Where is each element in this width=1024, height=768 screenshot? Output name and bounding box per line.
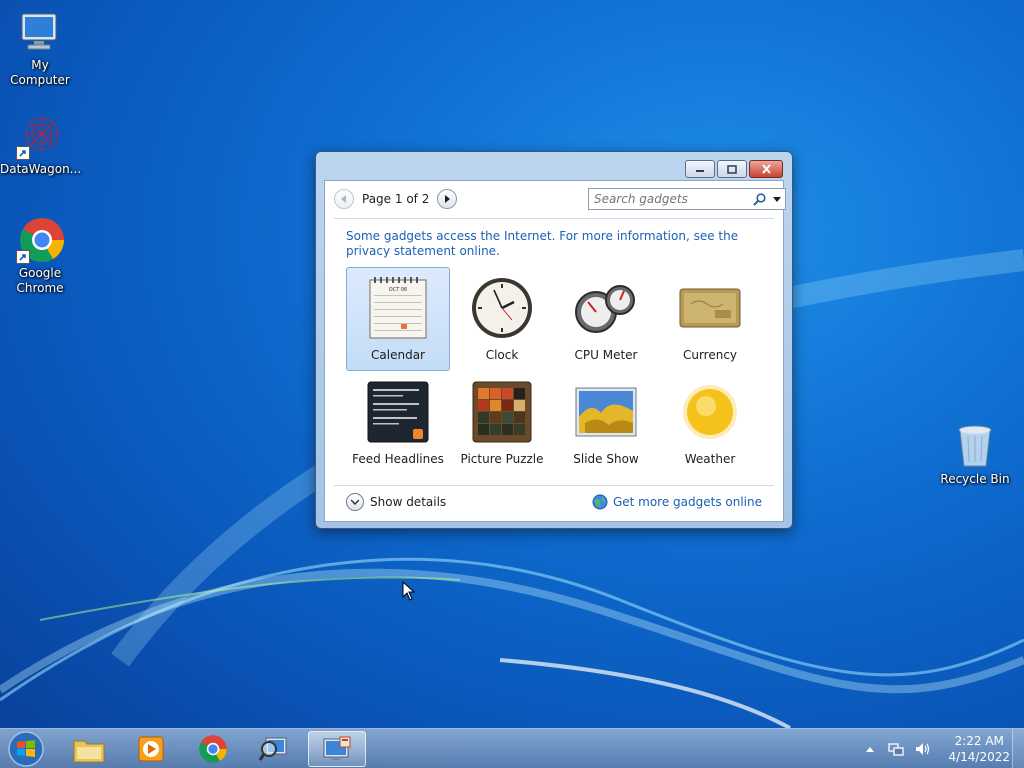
recycle-bin-icon xyxy=(951,422,999,470)
gadget-tile-weather[interactable]: Weather xyxy=(658,371,762,475)
shortcut-arrow-icon xyxy=(16,146,30,160)
gadget-tile-calendar[interactable]: OCT 06 Calendar xyxy=(346,267,450,371)
feed-headlines-icon xyxy=(364,378,432,446)
maximize-button[interactable] xyxy=(717,160,747,178)
gadget-name: Slide Show xyxy=(573,452,639,466)
clock-date: 4/14/2022 xyxy=(948,750,1010,764)
gadget-tile-slide-show[interactable]: Slide Show xyxy=(554,371,658,475)
show-desktop-button[interactable] xyxy=(1012,729,1024,768)
gadget-tile-clock[interactable]: Clock xyxy=(450,267,554,371)
gadget-tile-picture-puzzle[interactable]: Picture Puzzle xyxy=(450,371,554,475)
calendar-month-text: OCT 06 xyxy=(389,287,407,293)
taskbar-chrome[interactable] xyxy=(186,731,240,767)
desktop-icon-recycle-bin[interactable]: Recycle Bin xyxy=(935,422,1015,487)
close-icon xyxy=(761,164,771,174)
cpu-meter-icon xyxy=(572,274,640,342)
gadget-grid: OCT 06 Calendar Clock CPU Meter Currency… xyxy=(346,267,762,475)
gadget-name: Calendar xyxy=(371,348,425,362)
currency-icon xyxy=(676,274,744,342)
window-controls xyxy=(685,160,783,178)
show-details-button[interactable]: Show details xyxy=(346,493,446,511)
gadgets-icon xyxy=(323,736,351,760)
chevron-down-icon xyxy=(346,493,364,511)
network-icon[interactable] xyxy=(888,741,905,757)
gadget-name: Feed Headlines xyxy=(352,452,444,466)
minimize-button[interactable] xyxy=(685,160,715,178)
clock-time: 2:22 AM xyxy=(954,734,1004,748)
desktop-icon-my-computer[interactable]: My Computer xyxy=(0,8,80,88)
taskbar-file-explorer[interactable] xyxy=(62,731,116,767)
weather-icon xyxy=(676,378,744,446)
gadget-tile-currency[interactable]: Currency xyxy=(658,267,762,371)
desktop-icon-label: DataWagon... xyxy=(0,162,82,176)
gadget-name: Currency xyxy=(682,348,738,362)
gadget-name: Clock xyxy=(485,348,519,362)
volume-icon[interactable] xyxy=(914,741,930,757)
gadget-tile-feed-headlines[interactable]: Feed Headlines xyxy=(346,371,450,475)
pager: Page 1 of 2 xyxy=(334,189,458,209)
system-tray: 2:22 AM 4/14/2022 xyxy=(862,729,1010,768)
start-button[interactable] xyxy=(6,730,46,768)
maximize-icon xyxy=(727,164,737,174)
gadgets-panel: Page 1 of 2 Some gadgets access the Inte… xyxy=(324,180,786,522)
taskbar: 2:22 AM 4/14/2022 xyxy=(0,728,1024,768)
taskbar-search-tool[interactable] xyxy=(246,731,300,767)
file-explorer-icon xyxy=(73,740,105,763)
next-page-button[interactable] xyxy=(437,189,458,209)
gadgets-window: Page 1 of 2 Some gadgets access the Inte… xyxy=(315,151,793,529)
picture-puzzle-icon xyxy=(468,378,536,446)
previous-page-button[interactable] xyxy=(334,189,354,209)
chevron-up-icon xyxy=(866,747,875,752)
media-player-icon xyxy=(138,736,164,762)
gadget-name: Weather xyxy=(684,452,736,466)
gadget-name: CPU Meter xyxy=(574,348,638,362)
windows-logo-icon xyxy=(8,731,44,767)
mouse-cursor-icon xyxy=(402,581,416,601)
page-indicator: Page 1 of 2 xyxy=(362,192,430,206)
taskbar-media-player[interactable] xyxy=(124,731,178,767)
arrow-left-icon xyxy=(341,195,346,203)
gadget-name: Picture Puzzle xyxy=(460,452,544,466)
taskbar-gadgets[interactable] xyxy=(308,731,366,767)
search-gadgets-box xyxy=(588,188,786,210)
arrow-right-icon xyxy=(445,195,451,203)
slide-show-icon xyxy=(572,378,640,446)
desktop-icon-label: My Computer xyxy=(10,58,70,87)
computer-icon xyxy=(16,8,64,56)
taskbar-clock[interactable]: 2:22 AM 4/14/2022 xyxy=(948,733,1010,765)
get-more-gadgets-link[interactable]: Get more gadgets online xyxy=(592,494,762,510)
desktop-icon-label: Recycle Bin xyxy=(940,472,1010,486)
show-details-label: Show details xyxy=(370,495,447,509)
show-hidden-icons-button[interactable] xyxy=(862,741,878,757)
search-dropdown-icon[interactable] xyxy=(769,196,785,202)
minimize-icon xyxy=(696,170,704,172)
close-button[interactable] xyxy=(749,160,783,178)
desktop-icon-google-chrome[interactable]: Google Chrome xyxy=(0,216,80,296)
clock-icon xyxy=(468,274,536,342)
gadgets-footer: Show details Get more gadgets online xyxy=(334,486,774,518)
gadget-tile-cpu-meter[interactable]: CPU Meter xyxy=(554,267,658,371)
desktop-icon-label: Google Chrome xyxy=(16,266,64,295)
search-gadgets-input[interactable] xyxy=(589,192,749,206)
globe-icon xyxy=(592,494,608,510)
calendar-icon: OCT 06 xyxy=(364,274,432,342)
chrome-icon xyxy=(16,216,64,264)
datawagon-icon xyxy=(16,112,64,160)
desktop-icon-datawagon[interactable]: DataWagon... xyxy=(0,112,82,177)
shortcut-arrow-icon xyxy=(16,250,30,264)
divider xyxy=(334,218,774,219)
search-icon[interactable] xyxy=(749,192,769,206)
chrome-icon xyxy=(199,735,227,763)
privacy-info-link[interactable]: Some gadgets access the Internet. For mo… xyxy=(346,229,766,259)
search-tool-icon xyxy=(258,737,287,761)
get-more-gadgets-label: Get more gadgets online xyxy=(612,495,762,509)
